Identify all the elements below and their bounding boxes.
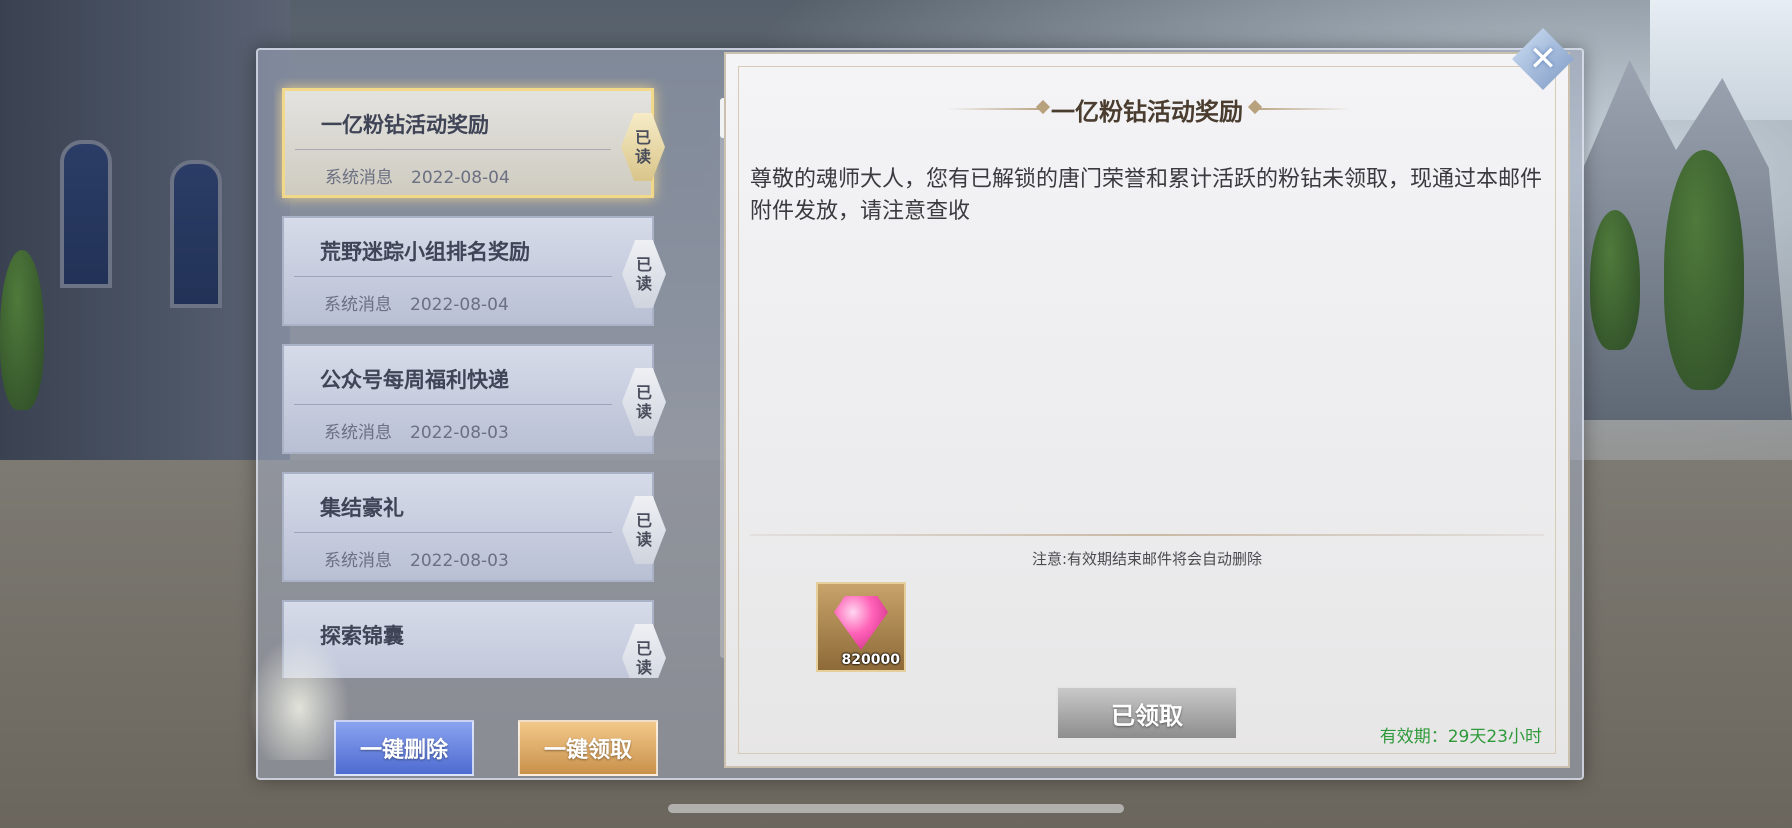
background-tree <box>1664 150 1744 390</box>
close-icon: ✕ <box>1528 39 1558 79</box>
attachment-count: 820000 <box>841 652 900 668</box>
divider <box>750 534 1544 536</box>
mail-item-sender: 系统消息 <box>324 551 392 571</box>
claim-all-button[interactable]: 一键领取 <box>518 720 658 776</box>
expiry-note: 注意:有效期结束邮件将会自动删除 <box>1031 550 1263 568</box>
mail-item-date: 2022-08-03 <box>410 423 509 443</box>
mail-item-title: 一亿粉钻活动奖励 <box>321 112 489 137</box>
background-tree <box>1590 210 1640 350</box>
mail-list-item[interactable]: 荒野迷踪小组排名奖励 系统消息 2022-08-04 已读 <box>282 216 666 326</box>
mail-item-sender: 系统消息 <box>325 168 393 188</box>
mail-list[interactable]: 一亿粉钻活动奖励 系统消息 2022-08-04 已读 荒野迷踪小组排名奖励 系统… <box>274 78 686 678</box>
mail-item-title: 荒野迷踪小组排名奖励 <box>320 239 530 264</box>
mail-list-item[interactable]: 公众号每周福利快递 系统消息 2022-08-03 已读 <box>282 344 666 454</box>
mail-item-sender: 系统消息 <box>324 423 392 443</box>
divider <box>294 276 612 277</box>
mail-list-item[interactable]: 一亿粉钻活动奖励 系统消息 2022-08-04 已读 <box>282 88 665 198</box>
mail-item-date: 2022-08-04 <box>410 295 509 315</box>
background-window <box>170 160 222 308</box>
heading-ornament <box>1252 108 1352 110</box>
read-status-badge: 已读 <box>622 496 666 564</box>
mail-detail-panel: 一亿粉钻活动奖励 尊敬的魂师大人，您有已解锁的唐门荣誉和累计活跃的粉钻未领取，现… <box>724 52 1570 768</box>
mail-list-panel: 一亿粉钻活动奖励 系统消息 2022-08-04 已读 荒野迷踪小组排名奖励 系统… <box>244 70 726 776</box>
background-tree <box>0 250 44 410</box>
mail-item-meta: 系统消息 2022-08-04 <box>325 163 510 188</box>
attachment-item[interactable]: 820000 <box>816 582 906 672</box>
divider <box>295 149 611 150</box>
read-status-badge: 已读 <box>621 113 665 181</box>
delete-all-button[interactable]: 一键删除 <box>334 720 474 776</box>
mail-item-date: 2022-08-03 <box>410 551 509 571</box>
mail-item-sender: 系统消息 <box>324 295 392 315</box>
mail-body-text: 尊敬的魂师大人，您有已解锁的唐门荣誉和累计活跃的粉钻未领取，现通过本邮件附件发放… <box>750 167 1543 224</box>
divider <box>294 532 612 533</box>
mail-item-meta: 系统消息 2022-08-03 <box>324 546 509 571</box>
mail-list-item[interactable]: 集结豪礼 系统消息 2022-08-03 已读 <box>282 472 666 582</box>
mail-item-title: 集结豪礼 <box>320 495 404 520</box>
read-status-badge: 已读 <box>622 240 666 308</box>
validity-text: 有效期：29天23小时 <box>1379 727 1542 747</box>
divider <box>294 404 612 405</box>
mail-dialog: 一亿粉钻活动奖励 系统消息 2022-08-04 已读 荒野迷踪小组排名奖励 系统… <box>244 48 1584 780</box>
mail-item-meta: 系统消息 2022-08-04 <box>324 290 509 315</box>
home-indicator[interactable] <box>668 804 1124 813</box>
read-status-badge: 已读 <box>622 624 666 678</box>
mail-item-title: 公众号每周福利快递 <box>320 367 509 392</box>
mail-item-meta: 系统消息 2022-08-03 <box>324 418 509 443</box>
pink-diamond-icon <box>834 596 888 650</box>
mail-item-date: 2022-08-04 <box>411 168 510 188</box>
mail-detail-title: 一亿粉钻活动奖励 <box>1051 97 1243 126</box>
background-building <box>0 0 290 460</box>
claimed-button[interactable]: 已领取 <box>1056 686 1238 740</box>
background-window <box>60 140 112 288</box>
read-status-badge: 已读 <box>622 368 666 436</box>
